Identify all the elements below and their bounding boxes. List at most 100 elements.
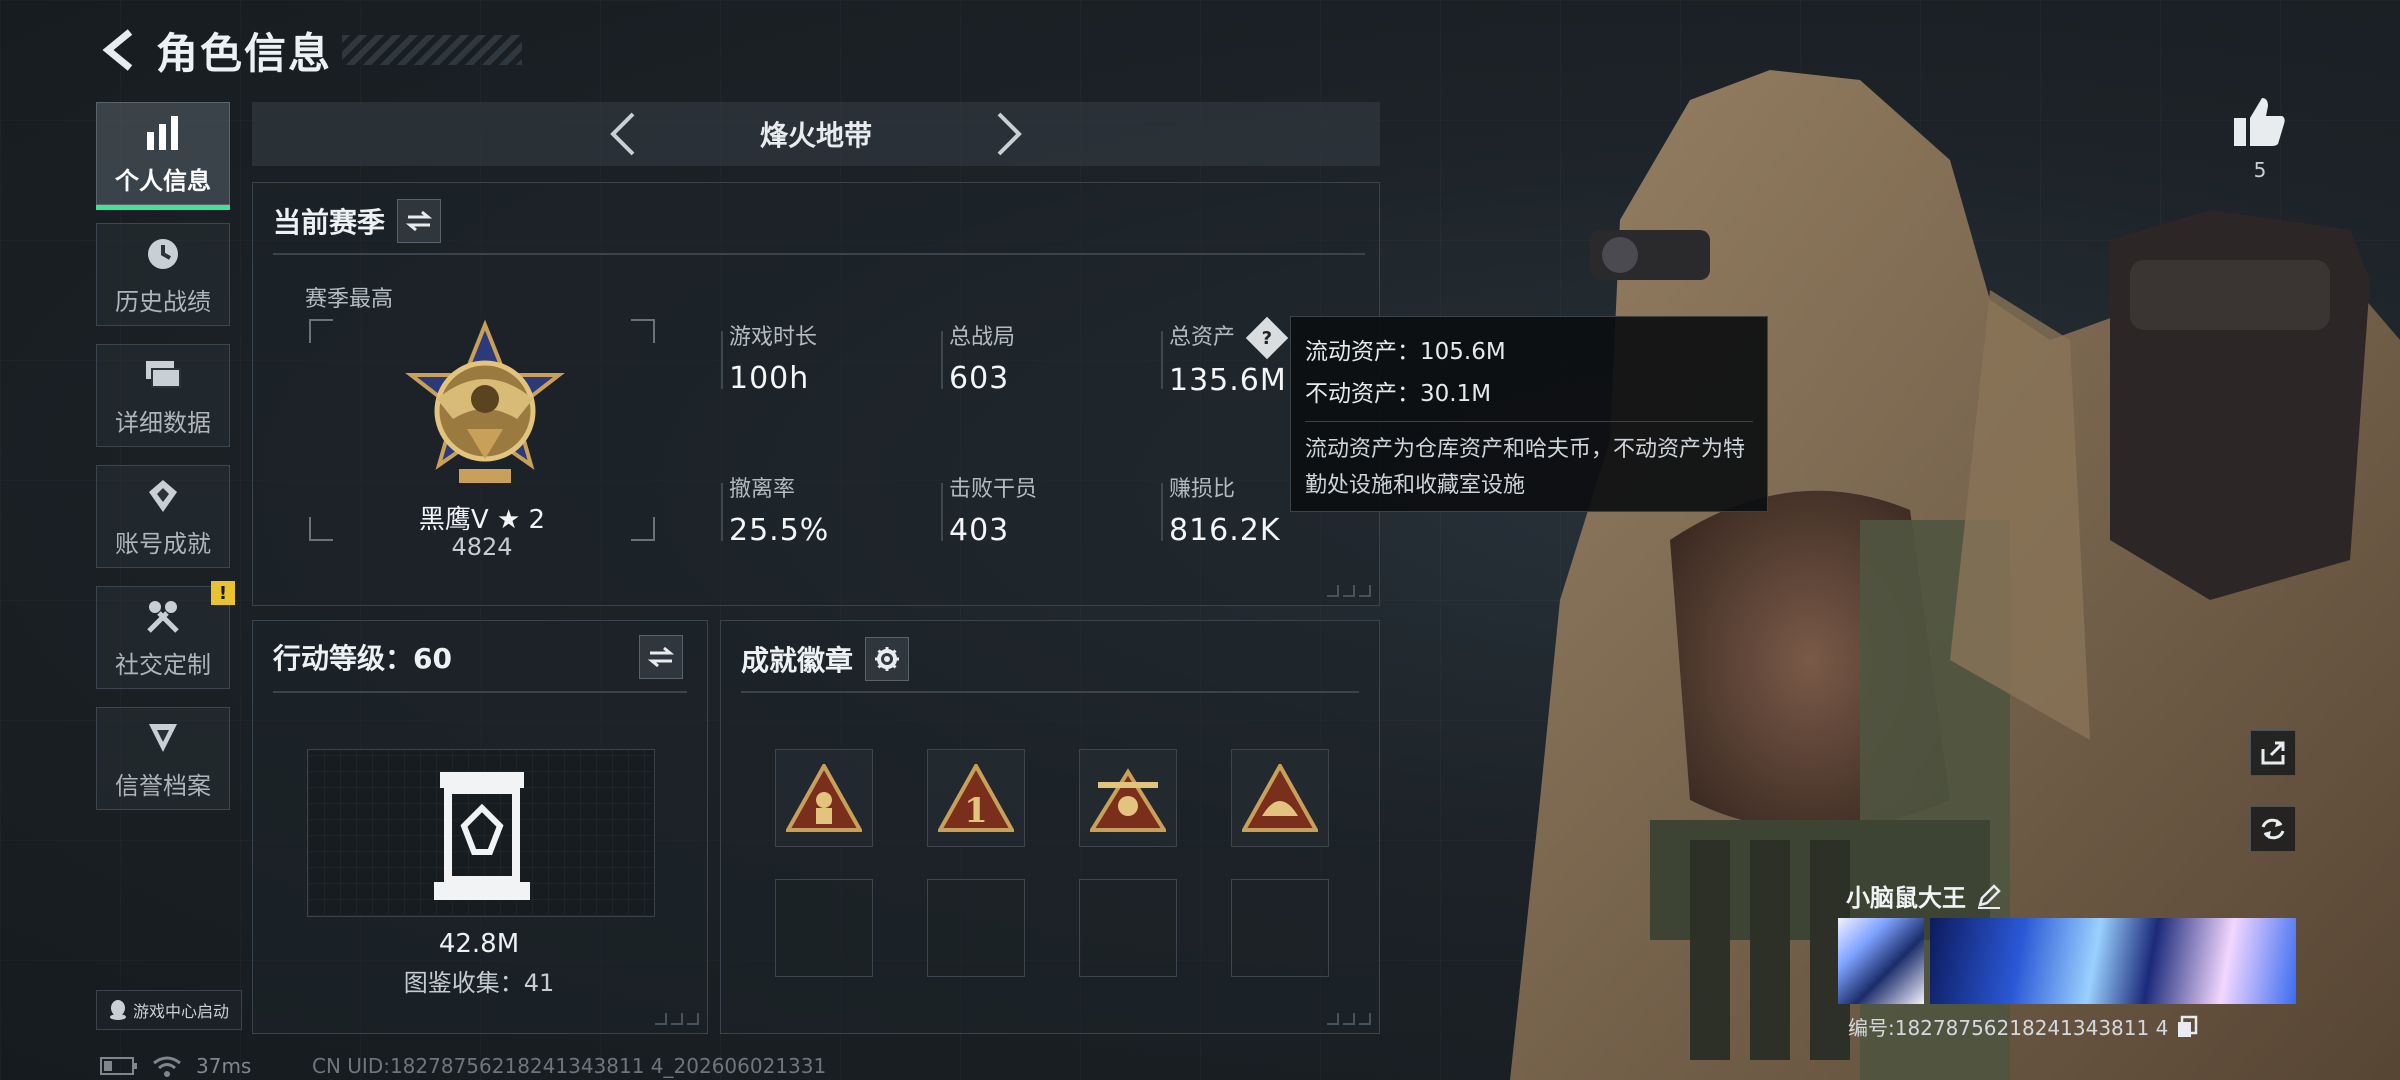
badge-slot-6[interactable] [927,879,1025,977]
sidebar-item-label: 账号成就 [115,530,211,558]
badge-slot-8[interactable] [1231,879,1329,977]
swap-icon [648,646,674,668]
tools-icon [141,595,185,639]
rank-frame: 黑鹰Ⅴ ★ 2 4824 [309,319,655,561]
back-arrow-icon [102,29,133,71]
sidebar-item-label: 个人信息 [115,167,211,195]
divider [741,691,1359,693]
achievement-badges-panel: 成就徽章 1 [720,620,1380,1034]
stat-value: 816.2K [1169,513,1281,548]
sidebar-item-social[interactable]: ! 社交定制 [96,581,235,689]
badge-slot-4[interactable] [1231,749,1329,847]
helmet-badge-icon [1242,764,1318,832]
action-level-panel: 行动等级：60 42.8M 图鉴收集：41 [252,620,708,1034]
badges-title: 成就徽章 [741,644,854,677]
tooltip-description: 流动资产为仓库资产和哈夫币，不动资产为特勤处设施和收藏室设施 [1305,421,1753,504]
share-button[interactable] [2250,730,2296,776]
ping-value: 37ms [196,1054,252,1078]
stat-label: 游戏时长 [729,325,818,350]
credit-icon [141,716,185,760]
cards-icon [141,353,185,397]
corner-decoration [1327,1013,1371,1025]
header: 角色信息 [96,18,523,82]
stat-value: 100h [729,361,810,396]
help-icon[interactable]: ? [1245,316,1289,360]
sidebar-item-label: 历史战绩 [115,288,211,316]
chevron-left-icon [610,112,635,156]
back-button[interactable] [96,22,144,78]
mode-name: 烽火地带 [759,119,872,152]
mode-selector: 烽火地带 [252,102,1380,166]
player-banner-card[interactable] [1930,918,2296,1004]
season-switch-button[interactable] [397,199,442,243]
badge-slot-5[interactable] [775,879,873,977]
season-title: 当前赛季 [273,206,386,239]
edit-icon[interactable] [1976,883,2002,909]
achievement-icon [141,474,185,518]
stat-kills: 击败干员 403 [941,471,1149,548]
stat-label: 撤离率 [729,477,796,502]
sidebar-item-label: 信誉档案 [115,772,211,800]
uid-text: CN UID:18278756218241343811 4_2026060213… [312,1054,827,1078]
season-panel: 当前赛季 赛季最高 黑鹰Ⅴ ★ 2 4824 游戏时长 100h 总战局 603 [252,182,1380,606]
stat-label: 击败干员 [949,477,1038,502]
divider [273,691,687,693]
badge-slot-3[interactable] [1079,749,1177,847]
stat-value: 603 [949,361,1010,396]
page-title: 角色信息 [156,28,333,78]
player-avatar-card[interactable] [1838,918,1924,1004]
game-center-label: 游戏中心启动 [133,1002,230,1021]
stat-extract-rate: 撤离率 25.5% [721,471,929,548]
mode-prev-button[interactable] [598,106,646,162]
history-icon [141,232,185,276]
player-id-text: 编号:18278756218241343811 4 [1848,1016,2169,1040]
player-name-text: 小脑鼠大王 [1846,884,1966,912]
sidebar: 个人信息 历史战绩 详细数据 账号成就 ! 社交定制 信誉档案 [96,102,235,828]
rotate-button[interactable] [2250,806,2296,852]
divider [273,253,1365,255]
game-center-launch-button[interactable]: 游戏中心启动 [96,990,243,1030]
level-switch-button[interactable] [639,635,683,679]
sidebar-item-achievements[interactable]: 账号成就 [96,465,230,568]
player-name: 小脑鼠大王 [1846,878,2002,913]
sidebar-item-history[interactable]: 历史战绩 [96,223,230,326]
sidebar-item-personal-info[interactable]: 个人信息 [96,102,230,210]
black-hawk-rank-icon [405,319,565,483]
tooltip-fixed-assets: 不动资产：30.1M [1305,381,1492,407]
badge-slot-7[interactable] [1079,879,1177,977]
collection-vault-icon [434,772,530,900]
sidebar-item-credit[interactable]: 信誉档案 [96,707,230,810]
thumbs-up-icon [2234,98,2285,146]
rank-name: 黑鹰Ⅴ ★ 2 [418,505,546,535]
battery-icon [100,1057,137,1075]
gear-icon [875,647,900,671]
badge-slot-1[interactable] [775,749,873,847]
share-icon [2261,741,2285,765]
copy-icon[interactable] [2176,1015,2198,1039]
corner-decoration [1327,585,1371,597]
assets-tooltip: 流动资产：105.6M 不动资产：30.1M 流动资产为仓库资产和哈夫币，不动资… [1290,316,1768,512]
warning-badge: ! [211,581,235,605]
badges-settings-button[interactable] [865,637,910,681]
action-level-title: 行动等级：60 [273,642,452,675]
sidebar-item-details[interactable]: 详细数据 [96,344,230,447]
refresh-icon [2261,818,2285,840]
plane-badge-icon [1090,768,1166,832]
rank-score: 4824 [451,533,513,561]
soldier-badge-icon [786,764,862,832]
stat-play-time: 游戏时长 100h [721,319,929,396]
stat-value: 25.5% [729,513,830,548]
stat-total-matches: 总战局 603 [941,319,1149,396]
badge-slot-2[interactable]: 1 [927,749,1025,847]
number-one-badge-icon: 1 [938,764,1014,832]
title-decoration [342,35,523,65]
mode-next-button[interactable] [986,106,1034,162]
wifi-icon [153,1056,181,1077]
collection-count: 图鉴收集：41 [403,969,555,997]
sidebar-item-label: 详细数据 [115,409,211,437]
season-subtitle: 赛季最高 [305,287,394,312]
stat-label: 总资产 [1169,325,1236,350]
collection-display[interactable] [307,749,655,917]
svg-text:1: 1 [964,791,988,831]
like-button[interactable] [2232,96,2288,152]
